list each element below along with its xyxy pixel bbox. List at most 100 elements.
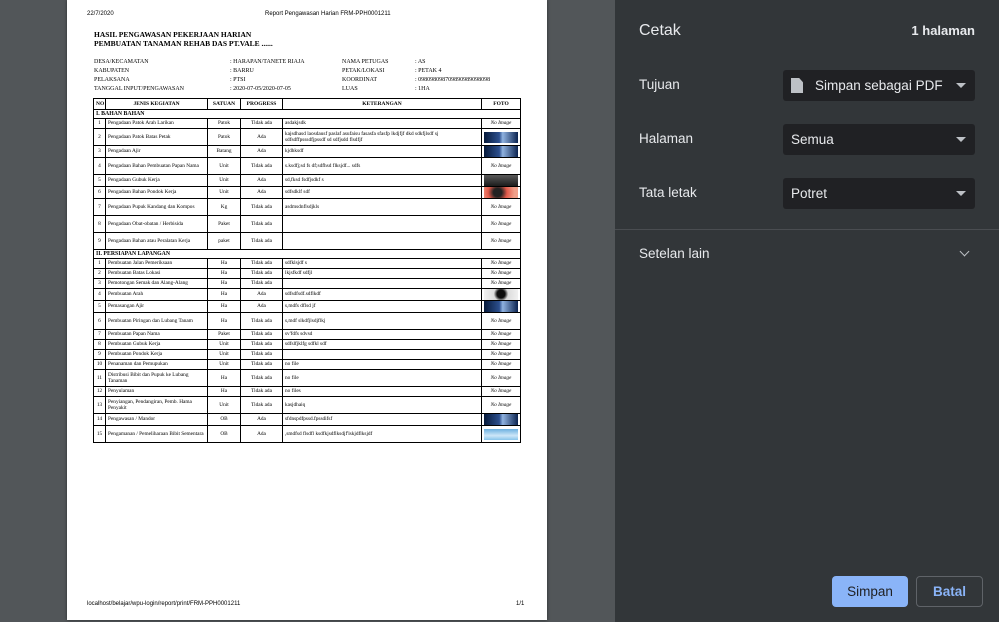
cell-keterangan: sv'fdfs sdvsd <box>282 329 482 340</box>
cell-foto <box>481 128 521 146</box>
info-value: : HARAPAN/TANETE RIAJA <box>230 59 305 65</box>
cell-no: 7 <box>93 198 106 216</box>
cancel-button[interactable]: Batal <box>916 576 983 607</box>
info-value: : 2020-07-05/2020-07-05 <box>230 86 291 92</box>
cell-foto: No Image <box>481 312 521 330</box>
col-header-satuan: SATUAN <box>207 98 241 110</box>
cell-satuan: Ha <box>207 288 241 301</box>
info-row: NAMA PETUGAS : AS <box>342 58 490 67</box>
photo-thumbnail <box>484 187 518 198</box>
cell-jenis: Penyiangan, Pendangiran, Pemb. Hama Peny… <box>105 396 208 414</box>
preview-page: 22/7/2020 Report Pengawasan Harian FRM-P… <box>67 0 547 620</box>
cell-satuan: Batang <box>207 145 241 158</box>
table-row: 8 Pembuatan Gubuk Kerja Unit Tidak ada sdfsl… <box>93 339 521 350</box>
dropdown-arrow-icon <box>956 137 966 142</box>
section-title: I. BAHAN BAHAN <box>93 109 521 119</box>
cell-satuan: Patok <box>207 118 241 129</box>
cell-no: 8 <box>93 339 106 350</box>
cell-keterangan <box>282 278 482 289</box>
save-button[interactable]: Simpan <box>832 576 908 607</box>
cell-foto <box>481 425 521 443</box>
cell-keterangan <box>282 232 482 250</box>
cell-jenis: Penanaman dan Pemupukan <box>105 359 208 370</box>
cell-progress: Ada <box>240 145 283 158</box>
cell-foto: No Image <box>481 329 521 340</box>
info-key: TANGGAL INPUT/PENGAWASAN <box>94 86 184 92</box>
print-preview-area: 22/7/2020 Report Pengawasan Harian FRM-P… <box>0 0 615 622</box>
info-key: NAMA PETUGAS <box>342 59 389 65</box>
info-row: TANGGAL INPUT/PENGAWASAN : 2020-07-05/202… <box>94 85 305 94</box>
table-row: 13 Penyiangan, Pendangiran, Pemb. Hama Pe… <box>93 396 521 414</box>
col-header-no: NO <box>93 98 106 110</box>
cell-keterangan: kasjdhaiq <box>282 396 482 414</box>
cell-jenis: Pembuatan Piringan dan Lubang Tanam <box>105 312 208 330</box>
info-value: : 098098098709890989098098 <box>415 77 491 83</box>
col-header-jenis: JENIS KEGIATAN <box>105 98 208 110</box>
info-key: LUAS <box>342 86 358 92</box>
cell-no: 3 <box>93 145 106 158</box>
pages-select[interactable]: Semua <box>783 124 975 155</box>
cell-progress: Tidak ada <box>240 118 283 129</box>
table-row: 9 Pengadaan Bahan atau Peralatan Kerja pak… <box>93 232 521 250</box>
cell-jenis: Pengadaan Bahan Pondok Kerja <box>105 186 208 199</box>
cell-progress: Ada <box>240 413 283 426</box>
cell-foto: No Image <box>481 198 521 216</box>
cell-progress: Tidak ada <box>240 268 283 279</box>
cell-progress: Tidak ada <box>240 359 283 370</box>
cell-progress: Tidak ada <box>240 369 283 387</box>
destination-label: Tujuan <box>639 77 680 92</box>
cell-jenis: Penyulaman <box>105 386 208 397</box>
pages-value: Semua <box>791 132 834 147</box>
cell-satuan: OB <box>207 425 241 443</box>
cell-progress: Tidak ada <box>240 396 283 414</box>
cell-no: 1 <box>93 118 106 129</box>
cell-progress: Ada <box>240 425 283 443</box>
info-row: DESA/KECAMATAN : HARAPAN/TANETE RIAJA <box>94 58 305 67</box>
cell-no: 12 <box>93 386 106 397</box>
table-row: 4 Pengadaan Bahan Pembuatan Papan Nama Uni… <box>93 157 521 175</box>
cell-satuan: Paket <box>207 215 241 233</box>
cell-keterangan: s.ksdfj;sd fs df;sdfhsd flksjdf... sdfs <box>282 157 482 175</box>
cell-keterangan: s,mdf slkdfjlsdjflkj <box>282 312 482 330</box>
info-key: PELAKSANA <box>94 77 130 83</box>
cell-jenis: Pengadaan Obat-obatan / Herbisida <box>105 215 208 233</box>
cell-satuan: Ha <box>207 268 241 279</box>
info-key: KOORDINAT <box>342 77 377 83</box>
cell-foto <box>481 174 521 187</box>
cell-progress: Tidak ada <box>240 198 283 216</box>
cell-keterangan: kajsdhasd laosdausf paslaf asufaisu fasa… <box>282 128 482 146</box>
info-key: PETAK/LOKASI <box>342 68 385 74</box>
more-settings-toggle[interactable]: Setelan lain <box>639 246 710 261</box>
table-row: 14 Pengawasan / Mandor OB Ada sfdnspdfpssd.f… <box>93 413 521 426</box>
layout-select[interactable]: Potret <box>783 178 975 209</box>
report-info-right: NAMA PETUGAS: AS PETAK/LOKASI: PETAK 4 K… <box>342 58 490 94</box>
cell-jenis: Pembuatan Gubuk Kerja <box>105 339 208 350</box>
cell-satuan: paket <box>207 232 241 250</box>
section-row: II. PERSIAPAN LAPANGAN <box>93 249 521 259</box>
table-row: 2 Pembuatan Batas Lokasi Ha Tidak ada lkjsfk… <box>93 268 521 279</box>
cell-foto: No Image <box>481 232 521 250</box>
table-row: 9 Pembuatan Pondok Kerja Unit Tidak ada No I… <box>93 349 521 360</box>
destination-select[interactable]: Simpan sebagai PDF <box>783 70 975 101</box>
info-row: PELAKSANA: PTSI <box>94 76 305 85</box>
cell-foto: No Image <box>481 386 521 397</box>
cell-no: 4 <box>93 157 106 175</box>
info-key: DESA/KECAMATAN <box>94 59 149 65</box>
cell-keterangan <box>282 349 482 360</box>
table-header-row: NO JENIS KEGIATAN SATUAN PROGRESS KETERA… <box>93 98 521 110</box>
cell-progress: Tidak ada <box>240 312 283 330</box>
dropdown-arrow-icon <box>956 191 966 196</box>
table-row: 12 Penyulaman Ha Tidak ada no files No Image <box>93 386 521 397</box>
cell-jenis: Pembuatan Pondok Kerja <box>105 349 208 360</box>
cell-keterangan: sdfslfjklfg sdfkl sdf <box>282 339 482 350</box>
cell-foto: No Image <box>481 339 521 350</box>
panel-divider <box>615 229 999 230</box>
cell-no: 5 <box>93 300 106 313</box>
cell-jenis: Pengadaan Bahan Pembuatan Papan Nama <box>105 157 208 175</box>
chevron-down-icon[interactable] <box>959 246 970 257</box>
table-row: 10 Penanaman dan Pemupukan Unit Tidak ada no… <box>93 359 521 370</box>
section-row: I. BAHAN BAHAN <box>93 109 521 119</box>
document-icon <box>791 78 803 93</box>
cell-keterangan: s,mdfs dflsd jf <box>282 300 482 313</box>
info-value: : AS <box>415 59 426 65</box>
